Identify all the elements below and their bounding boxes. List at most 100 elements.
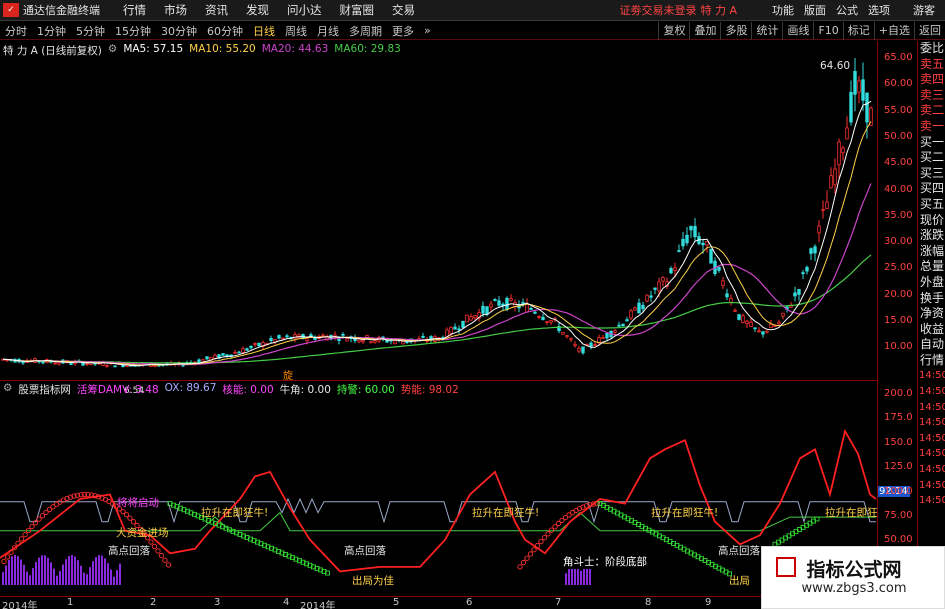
date-label: 8	[645, 597, 652, 608]
side-panel-item[interactable]: 行情	[918, 353, 945, 369]
side-panel-item[interactable]: 现价	[918, 213, 945, 229]
period-1min[interactable]: 1分钟	[35, 23, 68, 39]
signal-circle	[4, 554, 11, 560]
menu-layout[interactable]: 版面	[804, 2, 826, 18]
mark-button[interactable]: 标记	[842, 22, 874, 40]
indicator-tick-label: 175.0	[884, 412, 913, 424]
menu-item-quotes[interactable]: 行情	[123, 2, 146, 18]
candle-body	[561, 331, 565, 335]
volume-bar	[47, 557, 49, 585]
candle-body	[649, 295, 653, 298]
ma20-label: MA20: 44.63	[261, 43, 329, 55]
side-panel-item[interactable]: 卖三	[918, 88, 945, 104]
menu-item-wealth[interactable]: 财富圈	[340, 2, 375, 18]
chevron-right-icon[interactable]: »	[422, 24, 433, 37]
side-panel-item[interactable]: 外盘	[918, 275, 945, 291]
pullback-label-2: 高点回落	[344, 545, 386, 557]
side-panel-item[interactable]: 14:50	[918, 384, 945, 400]
side-panel-item[interactable]: 买五	[918, 197, 945, 213]
exit-label-1: 出局为佳	[352, 575, 394, 587]
side-panel-item[interactable]: 涨幅	[918, 244, 945, 260]
menu-item-market[interactable]: 市场	[164, 2, 187, 18]
menu-item-ask[interactable]: 问小达	[287, 2, 322, 18]
adjust-button[interactable]: 复权	[658, 22, 689, 40]
side-panel-item[interactable]: 收益	[918, 322, 945, 338]
period-daily[interactable]: 日线	[251, 23, 277, 39]
side-panel-item[interactable]: 卖二	[918, 103, 945, 119]
side-panel-item[interactable]: 买一	[918, 135, 945, 151]
period-5min[interactable]: 5分钟	[74, 23, 107, 39]
candles	[1, 57, 873, 368]
menu-item-discover[interactable]: 发现	[246, 2, 269, 18]
candle-body	[629, 310, 633, 319]
multi-stock-button[interactable]: 多股	[720, 22, 751, 40]
side-panel-item[interactable]: 换手	[918, 291, 945, 307]
side-panel-item[interactable]: 买四	[918, 181, 945, 197]
side-panel-item[interactable]: 买三	[918, 166, 945, 182]
settings-icon[interactable]: ⚙	[3, 382, 12, 397]
side-panel-item[interactable]: 14:50	[918, 493, 945, 509]
watermark-title: 指标公式网	[806, 559, 902, 581]
draw-line-button[interactable]: 画线	[782, 22, 813, 40]
side-panel-item[interactable]: 总量	[918, 259, 945, 275]
signal-circle	[165, 562, 172, 568]
settings-icon[interactable]: ⚙	[108, 43, 117, 58]
signal-circle	[520, 559, 527, 566]
side-panel-item[interactable]: 净资	[918, 306, 945, 322]
side-panel-item[interactable]: 卖五	[918, 57, 945, 73]
candle-body	[645, 294, 649, 302]
period-monthly[interactable]: 月线	[315, 23, 341, 39]
period-multi[interactable]: 多周期	[347, 23, 384, 39]
candle-body	[369, 341, 373, 344]
volume-bar	[119, 563, 121, 585]
side-panel-item[interactable]: 14:50	[918, 446, 945, 462]
period-15min[interactable]: 15分钟	[113, 23, 153, 39]
side-panel-item[interactable]: 14:50	[918, 368, 945, 384]
candle-body	[541, 316, 545, 321]
stock-title: 特 力 A	[700, 4, 737, 17]
side-panel-item[interactable]: 自动	[918, 337, 945, 353]
candle-body	[861, 79, 865, 101]
side-panel-item[interactable]: 14:50	[918, 478, 945, 494]
signal-circle	[538, 538, 544, 545]
add-watchlist-button[interactable]: +自选	[873, 22, 914, 40]
period-tick[interactable]: 分时	[3, 23, 29, 39]
candle-body	[705, 241, 709, 246]
overlay-button[interactable]: 叠加	[689, 22, 720, 40]
menu-formula[interactable]: 公式	[836, 2, 858, 18]
f10-button[interactable]: F10	[813, 22, 842, 40]
candle-body	[845, 127, 849, 140]
price-tick-label: 55.00	[884, 104, 913, 116]
period-60min[interactable]: 60分钟	[205, 23, 245, 39]
menu-item-news[interactable]: 资讯	[205, 2, 228, 18]
guest-user[interactable]: 游客	[913, 2, 935, 18]
back-button[interactable]: 返回	[914, 22, 945, 40]
side-panel-item[interactable]: 卖四	[918, 72, 945, 88]
side-panel-item[interactable]: 14:50	[918, 400, 945, 416]
side-panel-item[interactable]: 14:50	[918, 431, 945, 447]
menu-item-trade[interactable]: 交易	[392, 2, 415, 18]
stats-button[interactable]: 统计	[751, 22, 782, 40]
side-panel-item[interactable]: 14:50	[918, 462, 945, 478]
period-weekly[interactable]: 周线	[283, 23, 309, 39]
side-panel-item[interactable]: 卖一	[918, 119, 945, 135]
signal-circle	[130, 519, 137, 525]
menu-options[interactable]: 选项	[868, 2, 890, 18]
side-panel-item[interactable]: 14:50	[918, 415, 945, 431]
candle-body	[53, 362, 57, 365]
candlestick-chart[interactable]	[0, 41, 877, 381]
side-panel-item[interactable]: 委比	[918, 41, 945, 57]
login-status[interactable]: 证劵交易未登录	[619, 2, 696, 18]
candle-body	[457, 328, 461, 331]
app-logo-icon: ✓	[3, 3, 19, 17]
candle-body	[285, 335, 289, 338]
period-more[interactable]: 更多	[390, 23, 416, 39]
side-panel-item[interactable]: 涨跌	[918, 228, 945, 244]
candle-body	[469, 316, 473, 321]
indicator-chart[interactable]	[0, 380, 877, 595]
period-30min[interactable]: 30分钟	[159, 23, 199, 39]
main-chart-header: 特 力 A (日线前复权) ⚙ MA5: 57.15 MA10: 55.20 M…	[3, 43, 401, 58]
side-panel-item[interactable]: 买二	[918, 150, 945, 166]
volume-bar	[104, 558, 106, 585]
menu-function[interactable]: 功能	[772, 2, 794, 18]
